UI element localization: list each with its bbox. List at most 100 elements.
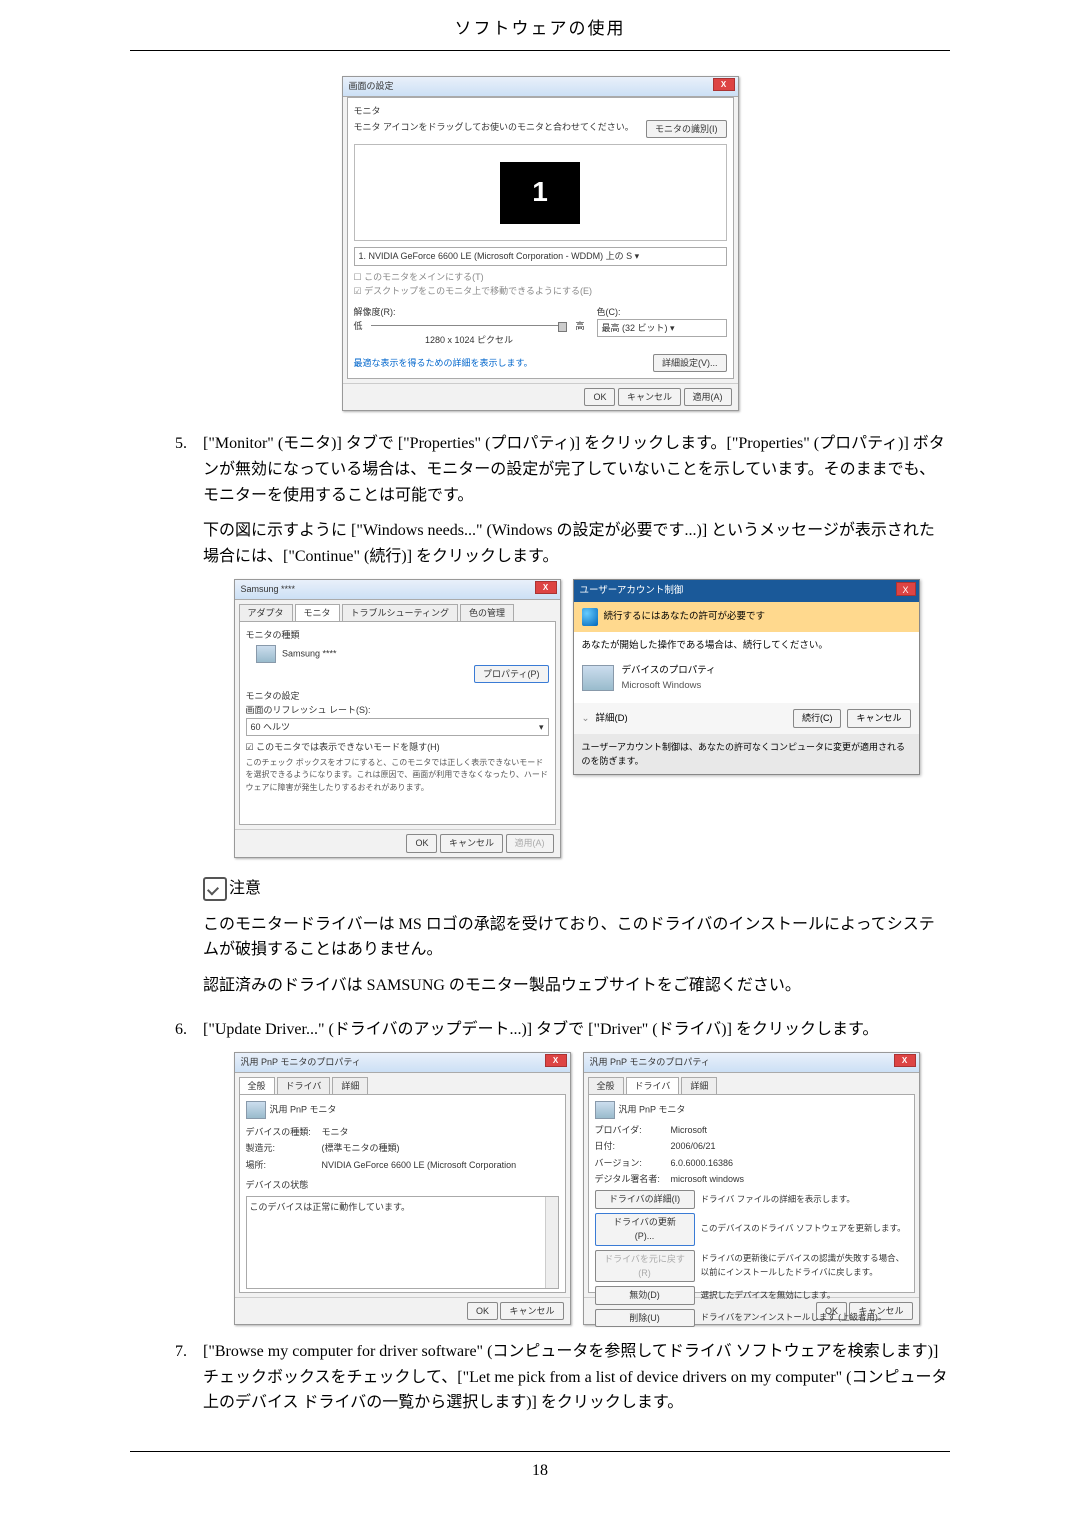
- update-driver-button[interactable]: ドライバの更新(P)...: [595, 1213, 695, 1246]
- identify-monitor-button[interactable]: モニタの識別(I): [646, 120, 727, 138]
- uac-instruction: あなたが開始した操作である場合は、続行してください。: [582, 638, 911, 653]
- label-manufacturer: 製造元:: [246, 1141, 316, 1155]
- close-icon[interactable]: X: [894, 1054, 916, 1067]
- chevron-down-icon: ⌄: [582, 711, 590, 726]
- extend-desktop-checkbox: デスクトップをこのモニタ上で移動できるようにする(E): [364, 286, 592, 296]
- cancel-button[interactable]: キャンセル: [847, 709, 910, 727]
- dialog-title: 汎用 PnP モニタのプロパティ X: [235, 1053, 570, 1072]
- dialog-title: 画面の設定 X: [343, 77, 738, 96]
- note-p1: このモニタードライバーは MS ロゴの承認を受けており、このドライバのインストー…: [203, 912, 950, 963]
- driver-details-button[interactable]: ドライバの詳細(I): [595, 1190, 695, 1208]
- hide-modes-checkbox[interactable]: このモニタでは表示できないモードを隠す(H): [256, 742, 440, 752]
- advanced-settings-button[interactable]: 詳細設定(V)...: [653, 354, 727, 372]
- label-date: 日付:: [595, 1139, 665, 1153]
- tab-monitor[interactable]: モニタ: [295, 604, 340, 621]
- close-icon[interactable]: X: [896, 582, 916, 596]
- dialog-title-text: 汎用 PnP モニタのプロパティ: [590, 1057, 710, 1067]
- device-name: 汎用 PnP モニタ: [270, 1104, 337, 1114]
- step-7: 7. ["Browse my computer for driver softw…: [175, 1339, 950, 1416]
- driver-details-desc: ドライバ ファイルの詳細を表示します。: [701, 1193, 908, 1207]
- step-number: 5.: [175, 431, 187, 457]
- optimal-display-link[interactable]: 最適な表示を得るための詳細を表示します。: [354, 356, 648, 370]
- color-dropdown[interactable]: 最高 (32 ビット) ▾: [597, 319, 727, 337]
- uac-footer-note: ユーザーアカウント制御は、あなたの許可なくコンピュータに変更が適用されるのを防ぎ…: [574, 734, 919, 775]
- device-status-group: デバイスの状態: [246, 1178, 559, 1192]
- value-provider: Microsoft: [671, 1123, 708, 1137]
- resolution-slider[interactable]: [558, 322, 567, 332]
- chevron-down-icon: ▾: [539, 720, 544, 734]
- drag-instruction: モニタ アイコンをドラッグしてお使いのモニタと合わせてください。: [354, 120, 641, 134]
- tab-detail[interactable]: 詳細: [332, 1077, 368, 1094]
- tab-detail[interactable]: 詳細: [681, 1077, 717, 1094]
- value-location: NVIDIA GeForce 6600 LE (Microsoft Corpor…: [322, 1158, 517, 1172]
- note-p2: 認証済みのドライバは SAMSUNG のモニター製品ウェブサイトをご確認ください…: [203, 973, 950, 999]
- device-status-box: このデバイスは正常に動作しています。: [246, 1196, 559, 1289]
- dialog-title-text: 汎用 PnP モニタのプロパティ: [241, 1057, 361, 1067]
- label-provider: プロバイダ:: [595, 1123, 665, 1137]
- properties-button[interactable]: プロパティ(P): [474, 665, 548, 683]
- cancel-button[interactable]: キャンセル: [500, 1302, 563, 1320]
- scrollbar[interactable]: [545, 1197, 558, 1288]
- value-version: 6.0.6000.16386: [671, 1156, 734, 1170]
- tab-driver[interactable]: ドライバ: [277, 1077, 331, 1094]
- section-label: モニタ: [354, 104, 727, 118]
- cancel-button[interactable]: キャンセル: [440, 834, 503, 852]
- uac-publisher: Microsoft Windows: [622, 678, 716, 693]
- ok-button[interactable]: OK: [406, 834, 437, 852]
- uninstall-desc: ドライバをアンインストールします (上級者用)。: [701, 1311, 908, 1325]
- uninstall-button[interactable]: 削除(U): [595, 1309, 695, 1327]
- res-low-label: 低: [354, 319, 363, 333]
- monitor-icon: [595, 1101, 615, 1119]
- label-signer: デジタル署名者:: [595, 1172, 665, 1186]
- dialog-title-text: Samsung ****: [241, 584, 296, 594]
- color-label: 色(C):: [597, 305, 727, 319]
- value-signer: microsoft windows: [671, 1172, 745, 1186]
- label-type: デバイスの種類:: [246, 1125, 316, 1139]
- tab-driver[interactable]: ドライバ: [626, 1077, 680, 1094]
- refresh-rate-value: 60 ヘルツ: [251, 722, 291, 732]
- figure-driver-properties: 汎用 PnP モニタのプロパティ X 全般 ドライバ 詳細 汎用 PnP モニタ…: [203, 1052, 950, 1325]
- step-6-text: ["Update Driver..." (ドライバのアップデート...)] タブ…: [203, 1017, 950, 1043]
- ok-button[interactable]: OK: [467, 1302, 498, 1320]
- details-button[interactable]: 詳細(D): [595, 711, 627, 726]
- refresh-rate-dropdown[interactable]: 60 ヘルツ ▾: [246, 718, 549, 736]
- value-manufacturer: (標準モニタの種類): [322, 1141, 400, 1155]
- page-title: ソフトウェアの使用: [130, 15, 950, 51]
- disable-desc: 選択したデバイスを無効にします。: [701, 1289, 908, 1303]
- value-date: 2006/06/21: [671, 1139, 716, 1153]
- continue-button[interactable]: 続行(C): [793, 709, 842, 727]
- label-location: 場所:: [246, 1158, 316, 1172]
- close-icon[interactable]: X: [535, 581, 557, 594]
- note-block: 注意 このモニタードライバーは MS ロゴの承認を受けており、このドライバのイン…: [203, 876, 950, 999]
- monitor-settings-group: モニタの設定: [246, 689, 549, 703]
- close-icon[interactable]: X: [545, 1054, 567, 1067]
- cancel-button[interactable]: キャンセル: [618, 388, 681, 406]
- close-icon[interactable]: X: [713, 78, 735, 91]
- update-driver-desc: このデバイスのドライバ ソフトウェアを更新します。: [701, 1222, 908, 1236]
- disable-button[interactable]: 無効(D): [595, 1286, 695, 1304]
- tab-general[interactable]: 全般: [239, 1077, 275, 1094]
- tab-general[interactable]: 全般: [588, 1077, 624, 1094]
- note-icon: [203, 877, 227, 901]
- value-type: モニタ: [322, 1125, 349, 1139]
- apply-button: 適用(A): [506, 834, 554, 852]
- refresh-rate-label: 画面のリフレッシュ レート(S):: [246, 703, 549, 717]
- step-5: 5. ["Monitor" (モニタ)] タブで ["Properties" (…: [175, 431, 950, 857]
- tab-color[interactable]: 色の管理: [460, 604, 514, 621]
- monitor-preview[interactable]: 1: [500, 162, 580, 224]
- res-high-label: 高: [575, 319, 584, 333]
- device-status-text: このデバイスは正常に動作しています。: [250, 1202, 411, 1212]
- device-name: 汎用 PnP モニタ: [619, 1104, 686, 1114]
- label-version: バージョン:: [595, 1156, 665, 1170]
- ok-button[interactable]: OK: [584, 388, 615, 406]
- tab-adapter[interactable]: アダプタ: [239, 604, 293, 621]
- monitor-type-group: モニタの種類: [246, 628, 549, 642]
- adapter-dropdown[interactable]: 1. NVIDIA GeForce 6600 LE (Microsoft Cor…: [354, 247, 727, 265]
- tab-troubleshoot[interactable]: トラブルシューティング: [342, 604, 458, 621]
- apply-button[interactable]: 適用(A): [684, 388, 732, 406]
- step-7-text: ["Browse my computer for driver software…: [203, 1339, 950, 1416]
- step-number: 7.: [175, 1339, 187, 1365]
- figure-monitor-and-uac: Samsung **** X アダプタ モニタ トラブルシューティング 色の管理…: [203, 579, 950, 857]
- shield-icon: [582, 608, 598, 626]
- note-label: 注意: [229, 880, 261, 897]
